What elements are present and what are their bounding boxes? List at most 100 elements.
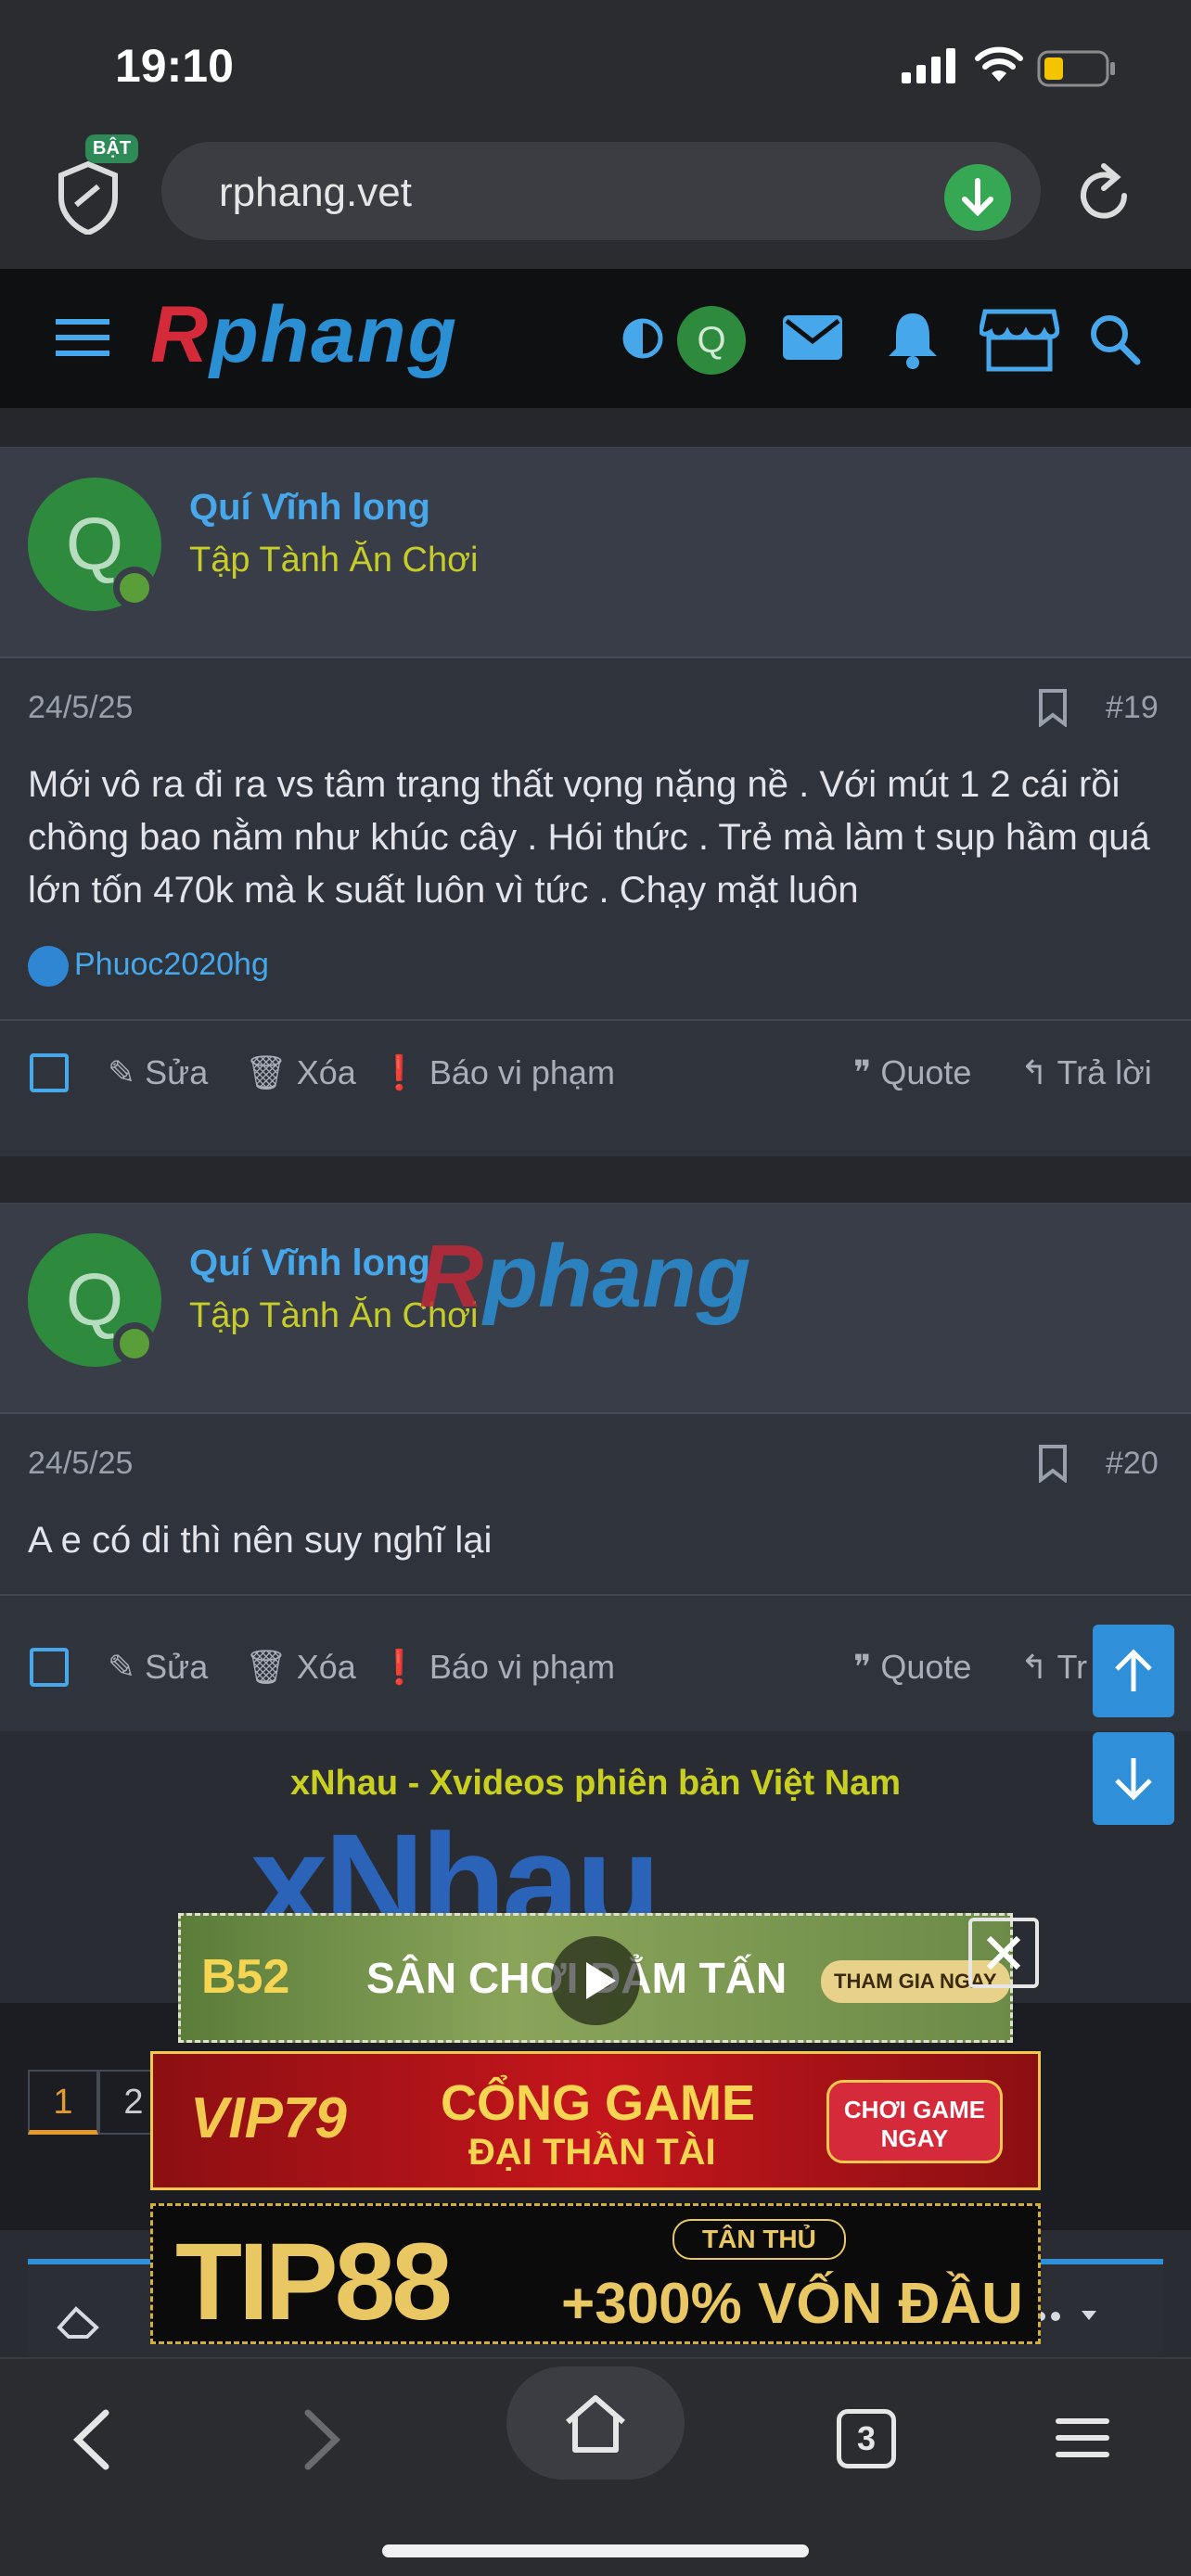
reply-button[interactable]: ↰ Tr	[1020, 1648, 1087, 1687]
arrow-up-icon	[1115, 1649, 1152, 1691]
download-icon[interactable]	[944, 164, 1011, 231]
reply-label: Tr	[1057, 1648, 1088, 1686]
close-icon	[986, 1935, 1021, 1970]
post: Q Quí Vĩnh long Tập Tành Ăn Chơi 24/5/25…	[0, 447, 1191, 1156]
post-date[interactable]: 24/5/25	[28, 690, 133, 726]
reaction-user[interactable]: Phuoc2020hg	[74, 947, 269, 982]
shield-icon[interactable]	[56, 160, 121, 235]
reload-icon[interactable]	[1076, 160, 1135, 225]
banner-logo: B52	[201, 1950, 290, 2004]
select-checkbox[interactable]	[30, 1053, 69, 1092]
spacer	[0, 1156, 1191, 1203]
report-label: Báo vi phạm	[429, 1648, 615, 1686]
edit-label: Sửa	[145, 1053, 209, 1091]
reply-label: Trả lời	[1057, 1053, 1152, 1091]
site-logo[interactable]: Rphang	[150, 289, 458, 381]
spacer	[0, 408, 1191, 447]
post-number[interactable]: #19	[1106, 690, 1159, 726]
watermark-word: phang	[483, 1227, 751, 1326]
logo-word: phang	[210, 290, 459, 379]
browser-address-row: BẬT rphang.vet	[0, 134, 1191, 269]
quote-label: Quote	[880, 1053, 972, 1091]
site-header: Rphang Q	[0, 269, 1191, 408]
logo-letter: R	[150, 290, 211, 379]
eraser-icon[interactable]	[56, 2300, 104, 2340]
menu-icon[interactable]	[56, 317, 109, 358]
banner-tag: TÂN THỦ	[672, 2219, 846, 2260]
banner-cta: CHƠI GAME NGAY	[826, 2080, 1003, 2163]
banner-cta-line: CHƠI GAME	[843, 2096, 986, 2123]
bell-icon[interactable]	[887, 310, 939, 369]
banner-logo: TIP88	[175, 2221, 453, 2343]
close-ad-button[interactable]	[968, 1918, 1039, 1988]
signal-icon	[902, 48, 955, 83]
quote-button[interactable]: ❞ Quote	[853, 1053, 971, 1092]
play-icon[interactable]	[551, 1936, 640, 2025]
ad-banner[interactable]: VIP79 CỔNG GAME ĐẠI THẦN TÀI CHƠI GAME N…	[150, 2051, 1041, 2190]
divider	[0, 1019, 1191, 1021]
battery-icon	[1037, 50, 1115, 87]
forward-icon[interactable]	[299, 2407, 345, 2472]
banner-text: CỔNG GAME	[441, 2075, 756, 2131]
page-1-button[interactable]: 1	[28, 2070, 98, 2135]
user-avatar[interactable]: Q	[677, 306, 746, 375]
url-text: rphang.vet	[219, 170, 412, 215]
delete-label: Xóa	[296, 1053, 356, 1091]
post-date[interactable]: 24/5/25	[28, 1446, 133, 1482]
home-indicator	[382, 2544, 809, 2557]
delete-label: Xóa	[296, 1648, 356, 1686]
banner-logo: VIP79	[190, 2086, 347, 2150]
banner-cta-line: NGAY	[880, 2124, 949, 2152]
address-bar[interactable]: rphang.vet	[161, 142, 1041, 240]
status-bar: 19:10	[0, 0, 1191, 134]
online-status-icon	[113, 1322, 156, 1365]
report-button[interactable]: ❗ Báo vi phạm	[378, 1648, 615, 1687]
post-body: A e có di thì nên suy nghĩ lại	[28, 1520, 493, 1561]
home-icon	[566, 2395, 625, 2453]
reaction-summary[interactable]: Phuoc2020hg	[28, 946, 269, 987]
post-body: Mới vô ra đi ra vs tâm trạng thất vọng n…	[28, 764, 1150, 911]
divider	[0, 1594, 1191, 1596]
author-name[interactable]: Quí Vĩnh long	[189, 1243, 430, 1284]
menu-icon[interactable]	[1056, 2417, 1109, 2459]
reply-button[interactable]: ↰ Trả lời	[1020, 1053, 1152, 1092]
post-actions: ✎ Sửa 🗑 Xóa ❗ Báo vi phạm ❞ Quote ↰ Trả …	[0, 1031, 1191, 1115]
search-icon[interactable]	[1087, 312, 1141, 365]
banner-subtext: ĐẠI THẦN TÀI	[468, 2132, 716, 2173]
store-icon[interactable]	[980, 306, 1059, 373]
bookmark-icon[interactable]	[1037, 1444, 1069, 1483]
clock: 19:10	[115, 40, 234, 92]
edit-button[interactable]: ✎ Sửa	[108, 1648, 208, 1687]
back-icon[interactable]	[69, 2407, 115, 2472]
report-button[interactable]: ❗ Báo vi phạm	[378, 1053, 615, 1092]
like-icon	[28, 946, 69, 987]
author-title: Tập Tành Ăn Chơi	[189, 541, 479, 580]
post-author-block: Q Quí Vĩnh long Tập Tành Ăn Chơi	[0, 447, 1191, 658]
shield-status-badge: BẬT	[85, 134, 139, 163]
select-checkbox[interactable]	[30, 1648, 69, 1687]
ad-banner[interactable]: TIP88 TÂN THỦ +300% VỐN ĐẦU	[150, 2203, 1041, 2344]
post-actions: ✎ Sửa 🗑 Xóa ❗ Báo vi phạm ❞ Quote ↰ Tr	[0, 1626, 1191, 1709]
online-status-icon	[113, 567, 156, 609]
home-button[interactable]	[506, 2366, 685, 2480]
ad-title[interactable]: xNhau - Xvideos phiên bản Việt Nam	[0, 1764, 1191, 1804]
report-label: Báo vi phạm	[429, 1053, 615, 1091]
theme-toggle-icon[interactable]	[621, 317, 664, 360]
bookmark-icon[interactable]	[1037, 688, 1069, 727]
quote-button[interactable]: ❞ Quote	[853, 1648, 971, 1687]
post-number[interactable]: #20	[1106, 1446, 1159, 1482]
quote-label: Quote	[880, 1648, 972, 1686]
browser-toolbar: 3	[0, 2357, 1191, 2576]
mail-icon[interactable]	[783, 315, 842, 360]
scroll-top-button[interactable]	[1093, 1625, 1174, 1717]
banner-text: +300% VỐN ĐẦU	[561, 2272, 1023, 2336]
watermark-letter: R	[419, 1227, 484, 1326]
author-name[interactable]: Quí Vĩnh long	[189, 487, 430, 529]
more-options-icon[interactable]	[1030, 2303, 1113, 2331]
edit-button[interactable]: ✎ Sửa	[108, 1053, 208, 1092]
delete-button[interactable]: 🗑 Xóa	[245, 1053, 356, 1092]
watermark-logo: Rphang	[419, 1226, 750, 1328]
delete-button[interactable]: 🗑 Xóa	[245, 1648, 356, 1687]
edit-label: Sửa	[145, 1648, 209, 1686]
tabs-button[interactable]: 3	[837, 2409, 896, 2468]
